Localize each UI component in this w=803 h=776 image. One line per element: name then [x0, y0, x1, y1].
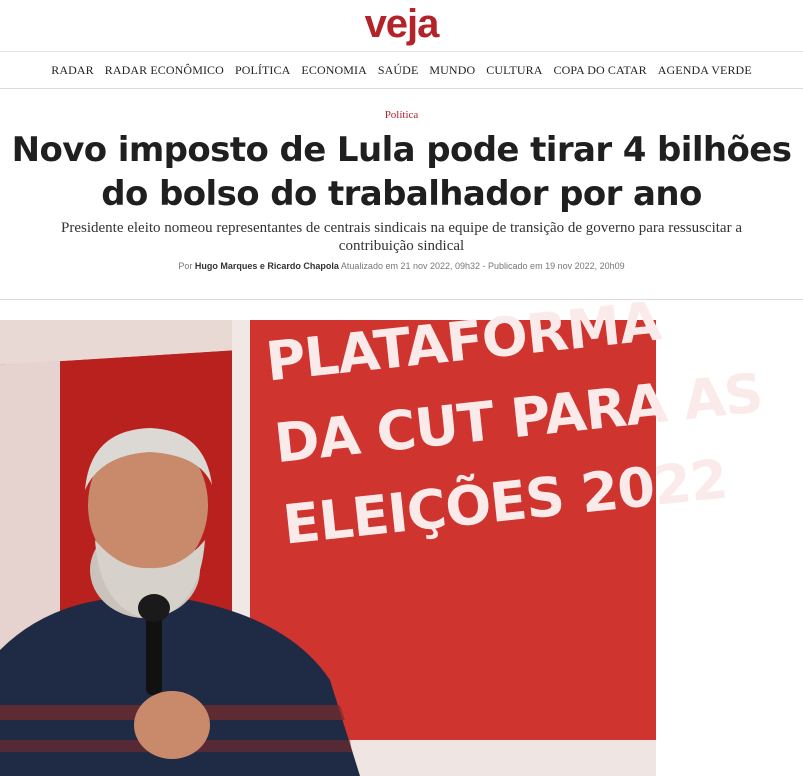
nav-item-mundo[interactable]: MUNDO — [429, 63, 475, 78]
nav-item-politica[interactable]: POLÍTICA — [235, 63, 290, 78]
article-title: Novo imposto de Lula pode tirar 4 bilhõe… — [11, 130, 792, 214]
section-nav: RADAR RADAR ECONÔMICO POLÍTICA ECONOMIA … — [0, 53, 803, 89]
sign-text: PLATAFORMA DA CUT PARA AS ELEIÇÕES 2022 — [262, 282, 765, 566]
nav-item-radar-economico[interactable]: RADAR ECONÔMICO — [105, 63, 224, 78]
nav-item-copa-do-catar[interactable]: COPA DO CATAR — [554, 63, 647, 78]
veja-logo[interactable]: veja — [0, 2, 803, 46]
article-header: Política Novo imposto de Lula pode tirar… — [0, 90, 803, 300]
article-subtitle: Presidente eleito nomeou representantes … — [61, 220, 742, 254]
nav-item-radar[interactable]: RADAR — [51, 63, 94, 78]
article-category[interactable]: Política — [0, 109, 803, 121]
site-header: veja — [0, 0, 803, 52]
nav-item-agenda-verde[interactable]: AGENDA VERDE — [658, 63, 752, 78]
nav-item-economia[interactable]: ECONOMIA — [301, 63, 366, 78]
nav-item-cultura[interactable]: CULTURA — [486, 63, 542, 78]
byline-separator: - — [480, 261, 489, 271]
article-byline: Por Hugo Marques e Ricardo Chapola Atual… — [0, 261, 803, 271]
nav-item-saude[interactable]: SAÚDE — [378, 63, 419, 78]
byline-updated: Atualizado em 21 nov 2022, 09h32 — [340, 261, 481, 271]
byline-authors[interactable]: Hugo Marques e Ricardo Chapola — [195, 261, 339, 271]
byline-prefix: Por — [178, 261, 193, 271]
byline-published: Publicado em 19 nov 2022, 20h09 — [488, 261, 625, 271]
